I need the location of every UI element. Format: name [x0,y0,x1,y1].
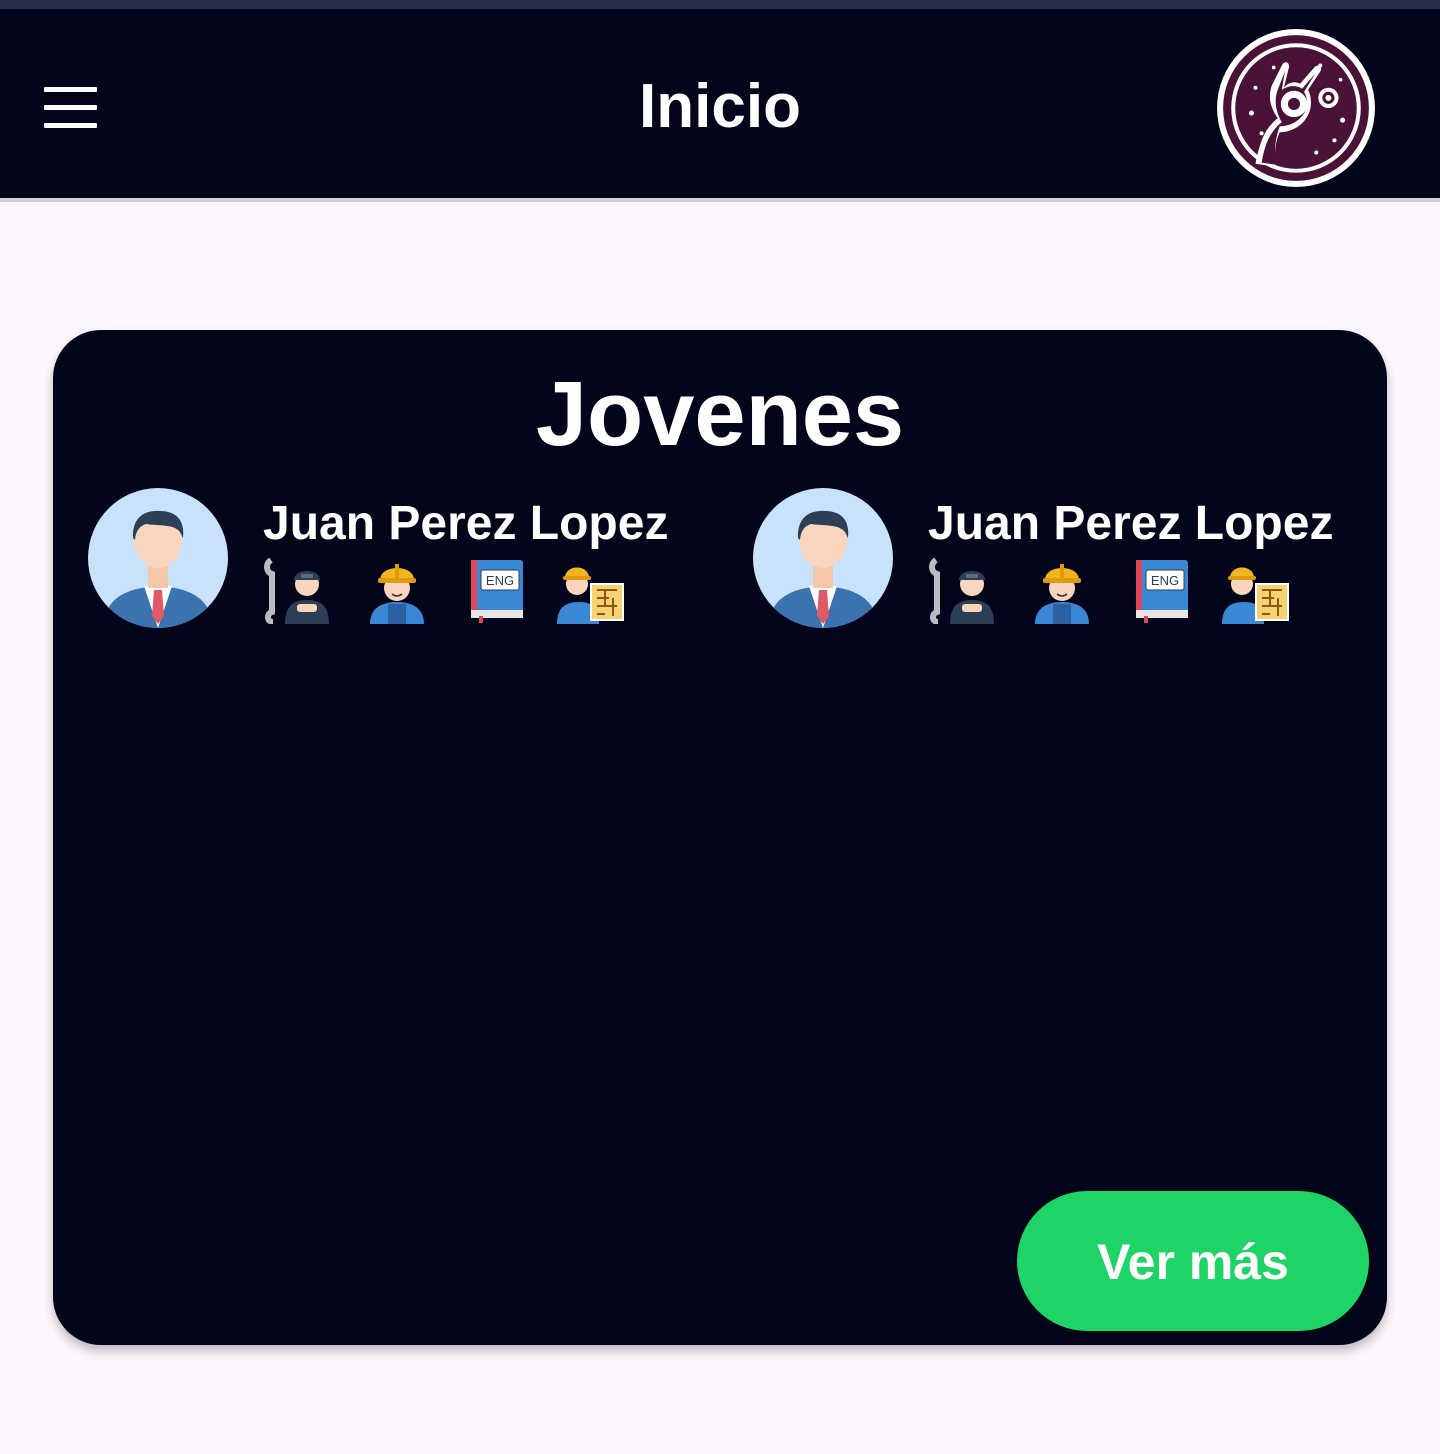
person-name: Juan Perez Lopez [928,497,1334,550]
person-item[interactable]: Juan Perez Lopez ENG [88,488,728,638]
brand-logo [1217,29,1375,187]
businessman-avatar [753,488,893,628]
english-book-icon: ENG [1136,560,1188,623]
construction-worker-icon [370,564,424,624]
mechanic-icon [264,557,329,624]
architect-icon [1222,567,1289,624]
skill-list: ENG [928,554,1328,624]
construction-worker-icon [1035,564,1089,624]
english-book-icon: ENG [471,560,523,623]
svg-text:ENG: ENG [1151,573,1179,588]
person-name: Juan Perez Lopez [263,497,669,550]
status-strip [0,0,1440,9]
person-item[interactable]: Juan Perez Lopez ENG [753,488,1393,638]
svg-text:ENG: ENG [486,573,514,588]
businessman-avatar [88,488,228,628]
mechanic-icon [929,557,994,624]
architect-icon [557,567,624,624]
card-title: Jovenes [535,363,905,465]
skill-list: ENG [263,554,663,624]
youth-card: Jovenes Juan Perez Lopez ENG Juan Perez … [53,330,1387,1345]
app-bar: Inicio [0,9,1440,202]
see-more-button[interactable]: Ver más [1017,1191,1369,1331]
